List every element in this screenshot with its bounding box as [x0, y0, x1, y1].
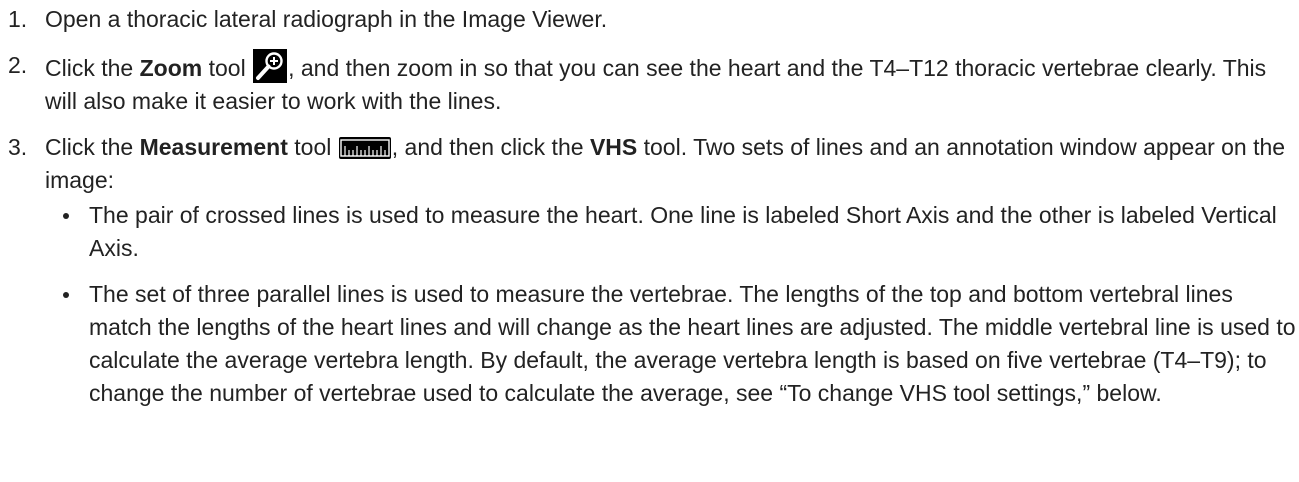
bullet-list: The pair of crossed lines is used to mea… — [45, 199, 1299, 410]
list-item: The pair of crossed lines is used to mea… — [59, 199, 1299, 265]
step-number: 1. — [8, 6, 28, 32]
step-text-mid: tool — [202, 55, 253, 81]
step-number: 3. — [8, 134, 28, 160]
bullet-icon — [63, 213, 69, 219]
step-text-mid2: , and then click the — [391, 134, 590, 160]
step-number: 2. — [8, 52, 28, 78]
step-1: 1. Open a thoracic lateral radiograph in… — [8, 3, 1299, 36]
step-text-prefix: Click the — [45, 55, 140, 81]
vhs-tool-label: VHS — [589, 134, 638, 160]
bullet-icon — [63, 292, 69, 298]
instruction-document: 1. Open a thoracic lateral radiograph in… — [0, 0, 1299, 410]
step-3: 3. Click the Measurement tool , and then… — [8, 131, 1299, 410]
step-2: 2. Click the Zoom tool , and then zoom i… — [8, 49, 1299, 118]
measurement-tool-label: Measurement — [139, 134, 288, 160]
ruler-icon — [338, 135, 391, 159]
bullet-text: The pair of crossed lines is used to mea… — [89, 202, 1277, 261]
step-text: Open a thoracic lateral radiograph in th… — [45, 6, 608, 32]
step-text-prefix: Click the — [45, 134, 140, 160]
bullet-text: The set of three parallel lines is used … — [89, 281, 1296, 406]
step-text-mid: tool — [287, 134, 338, 160]
list-item: The set of three parallel lines is used … — [59, 278, 1299, 410]
zoom-in-icon — [253, 49, 288, 83]
zoom-tool-label: Zoom — [139, 55, 203, 81]
